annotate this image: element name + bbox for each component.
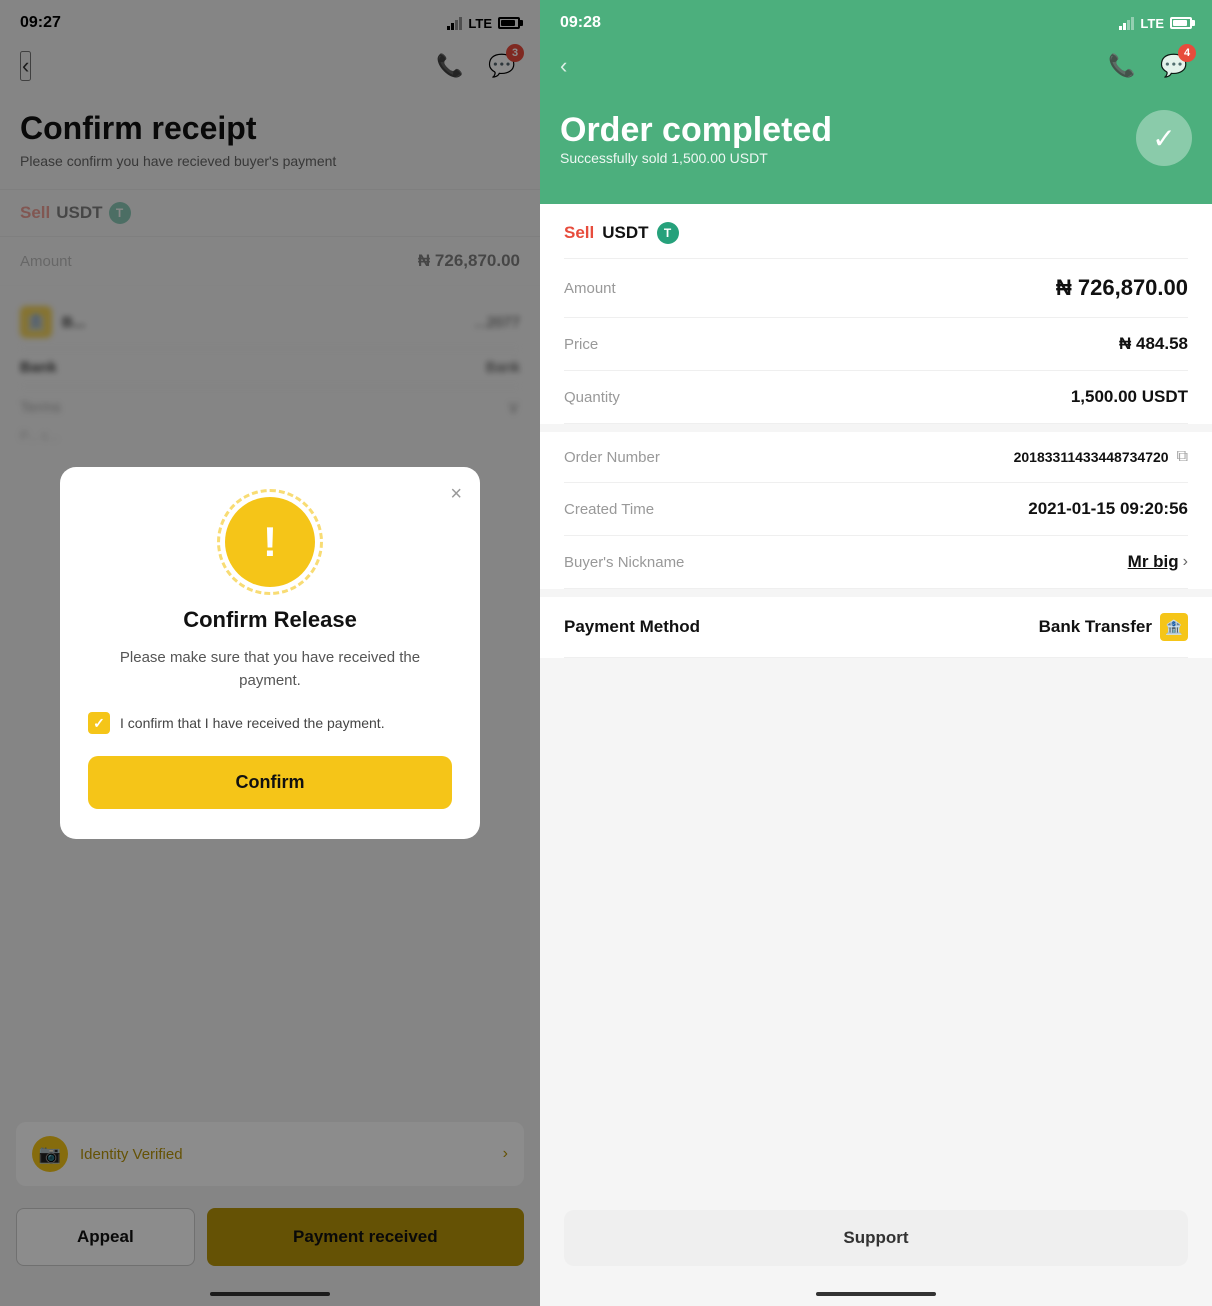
checkmark-icon: ✓ xyxy=(93,715,105,732)
right-quantity-value: 1,500.00 USDT xyxy=(1071,387,1188,407)
modal-icon-container: ! xyxy=(225,497,315,587)
modal-overlay: × ! Confirm Release Please make sure tha… xyxy=(0,0,540,1306)
right-lte-label: LTE xyxy=(1140,16,1164,31)
right-status-icons: LTE xyxy=(1119,16,1192,31)
right-chat-button[interactable]: 💬 4 xyxy=(1156,48,1192,84)
green-header: 09:28 LTE ‹ 📞 xyxy=(540,0,1212,204)
completed-check-icon: ✓ xyxy=(1136,110,1192,166)
right-payment-method-row: Payment Method Bank Transfer 🏦 xyxy=(564,597,1188,658)
right-sell-label: Sell xyxy=(564,223,594,243)
right-order-number-row: Order Number 20183311433448734720 ⧉ xyxy=(564,432,1188,483)
left-panel: 09:27 LTE ‹ 📞 xyxy=(0,0,540,1306)
order-completed-row: Order completed Successfully sold 1,500.… xyxy=(560,100,1192,174)
right-content: Sell USDT T Amount ₦ 726,870.00 Price ₦ … xyxy=(540,204,1212,658)
right-quantity-label: Quantity xyxy=(564,389,620,406)
modal-checkbox-row: ✓ I confirm that I have received the pay… xyxy=(88,712,452,734)
right-created-time-label: Created Time xyxy=(564,501,654,518)
right-buyer-row: Buyer's Nickname Mr big › xyxy=(564,536,1188,589)
right-price-row: Price ₦ 484.58 xyxy=(564,318,1188,371)
modal-close-button[interactable]: × xyxy=(450,483,462,506)
right-price-label: Price xyxy=(564,336,598,353)
right-home-indicator xyxy=(816,1292,936,1296)
right-amount-label: Amount xyxy=(564,280,616,297)
section-divider-2 xyxy=(540,589,1212,597)
copy-icon[interactable]: ⧉ xyxy=(1177,448,1188,466)
right-amount-row: Amount ₦ 726,870.00 xyxy=(564,259,1188,318)
right-coin-row: Sell USDT T xyxy=(564,204,1188,259)
checkbox-label: I confirm that I have received the payme… xyxy=(120,715,385,731)
modal-confirm-button[interactable]: Confirm xyxy=(88,756,452,809)
buyer-arrow-icon: › xyxy=(1183,553,1188,571)
right-panel: 09:28 LTE ‹ 📞 xyxy=(540,0,1212,1306)
right-created-time-row: Created Time 2021-01-15 09:20:56 xyxy=(564,483,1188,536)
order-number-container: 20183311433448734720 ⧉ xyxy=(1014,448,1188,466)
right-phone-button[interactable]: 📞 xyxy=(1104,48,1140,84)
section-divider-1 xyxy=(540,424,1212,432)
bank-transfer-icon: 🏦 xyxy=(1160,613,1188,641)
support-button[interactable]: Support xyxy=(564,1210,1188,1266)
right-created-time-value: 2021-01-15 09:20:56 xyxy=(1028,499,1188,519)
modal-description: Please make sure that you have received … xyxy=(88,647,452,692)
right-battery-icon xyxy=(1170,17,1192,29)
modal-warning-circle: ! xyxy=(225,497,315,587)
right-tether-icon: T xyxy=(657,222,679,244)
right-coin-name: USDT xyxy=(602,223,648,243)
confirm-release-modal: × ! Confirm Release Please make sure tha… xyxy=(60,467,480,839)
buyer-nickname[interactable]: Mr big xyxy=(1128,552,1179,572)
right-nav-bar: ‹ 📞 💬 4 xyxy=(560,40,1192,100)
order-subtitle: Successfully sold 1,500.00 USDT xyxy=(560,150,832,166)
right-payment-method-label: Payment Method xyxy=(564,617,700,637)
right-phone-icon: 📞 xyxy=(1108,53,1135,79)
confirm-checkbox[interactable]: ✓ xyxy=(88,712,110,734)
buyer-container: Mr big › xyxy=(1128,552,1188,572)
order-completed-info: Order completed Successfully sold 1,500.… xyxy=(560,111,832,166)
payment-method-container: Bank Transfer 🏦 xyxy=(1039,613,1188,641)
right-signal-icon xyxy=(1119,16,1134,30)
modal-title: Confirm Release xyxy=(88,607,452,633)
exclamation-icon: ! xyxy=(263,521,277,563)
right-bottom-section: Support xyxy=(540,1210,1212,1266)
right-quantity-row: Quantity 1,500.00 USDT xyxy=(564,371,1188,424)
right-nav-icons: 📞 💬 4 xyxy=(1104,48,1192,84)
right-order-number-value: 20183311433448734720 xyxy=(1014,449,1169,465)
order-title: Order completed xyxy=(560,111,832,150)
right-payment-method-value: Bank Transfer xyxy=(1039,617,1152,637)
right-status-bar: 09:28 LTE xyxy=(560,0,1192,40)
right-amount-value: ₦ 726,870.00 xyxy=(1056,275,1188,301)
right-buyer-label: Buyer's Nickname xyxy=(564,554,684,571)
right-back-button[interactable]: ‹ xyxy=(560,53,567,79)
right-chat-badge: 4 xyxy=(1178,44,1196,62)
right-time: 09:28 xyxy=(560,14,601,32)
right-order-number-label: Order Number xyxy=(564,449,660,466)
right-price-value: ₦ 484.58 xyxy=(1119,334,1188,354)
